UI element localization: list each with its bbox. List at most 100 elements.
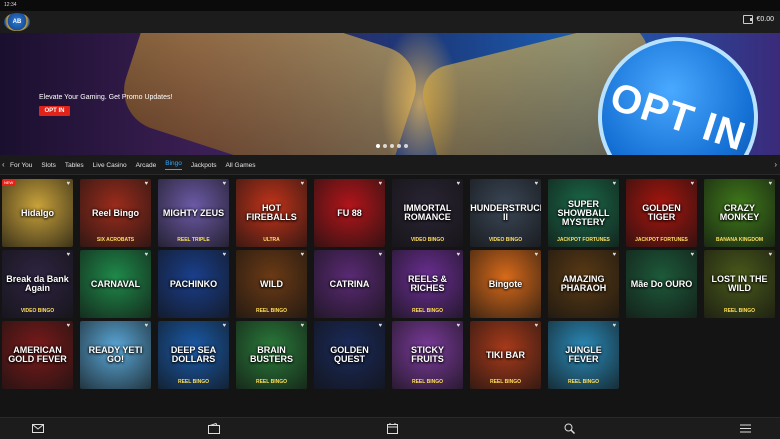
tab-live-casino[interactable]: Live Casino bbox=[93, 162, 127, 169]
wallet-icon[interactable] bbox=[208, 422, 220, 434]
game-subtitle: VIDEO BINGO bbox=[20, 308, 55, 314]
status-time: 12:34 bbox=[4, 2, 17, 8]
game-tile[interactable]: ♥ READY YETI GO! bbox=[80, 321, 151, 389]
favorite-heart-icon[interactable]: ♥ bbox=[378, 252, 382, 258]
favorite-heart-icon[interactable]: ♥ bbox=[456, 181, 460, 187]
game-tile[interactable]: ♥ FU 88 bbox=[314, 179, 385, 247]
banner-headline: Elevate Your Gaming. Get Promo Updates! bbox=[39, 94, 173, 101]
tab-slots[interactable]: Slots bbox=[41, 162, 55, 169]
favorite-heart-icon[interactable]: ♥ bbox=[612, 252, 616, 258]
promo-banner[interactable]: OPT IN Elevate Your Gaming. Get Promo Up… bbox=[0, 33, 780, 155]
favorite-heart-icon[interactable]: ♥ bbox=[66, 181, 70, 187]
tab-arcade[interactable]: Arcade bbox=[136, 162, 157, 169]
carousel-dot[interactable] bbox=[404, 144, 408, 148]
carousel-dot[interactable] bbox=[390, 144, 394, 148]
game-subtitle: REEL BINGO bbox=[723, 308, 756, 314]
game-tile[interactable]: ♥ HOT FIREBALLS ULTRA bbox=[236, 179, 307, 247]
game-tile[interactable]: ♥ PACHINKO bbox=[158, 250, 229, 318]
game-subtitle: REEL BINGO bbox=[255, 308, 288, 314]
game-title: CATRINA bbox=[329, 278, 370, 289]
new-badge: NEW bbox=[2, 179, 16, 186]
brand-logo[interactable]: AB bbox=[4, 13, 30, 31]
game-title: SUPER SHOWBALL MYSTERY bbox=[557, 198, 610, 227]
favorite-heart-icon[interactable]: ♥ bbox=[66, 252, 70, 258]
opt-in-art-text: OPT IN bbox=[604, 74, 752, 155]
favorite-heart-icon[interactable]: ♥ bbox=[534, 252, 538, 258]
game-tile[interactable]: ♥ Bingote bbox=[470, 250, 541, 318]
game-tile[interactable]: ♥ JUNGLE FEVER REEL BINGO bbox=[548, 321, 619, 389]
favorite-heart-icon[interactable]: ♥ bbox=[534, 323, 538, 329]
favorite-heart-icon[interactable]: ♥ bbox=[66, 323, 70, 329]
carousel-dot[interactable] bbox=[383, 144, 387, 148]
favorite-heart-icon[interactable]: ♥ bbox=[378, 181, 382, 187]
game-tile[interactable]: ♥ CRAZY MONKEY BANANA KINGDOM bbox=[704, 179, 775, 247]
wallet-balance[interactable]: €0.00 bbox=[743, 15, 774, 24]
tab-all-games[interactable]: All Games bbox=[226, 162, 256, 169]
game-title: CARNAVAL bbox=[90, 278, 141, 289]
game-subtitle: REEL BINGO bbox=[255, 379, 288, 385]
game-tile[interactable]: ♥ GOLDEN TIGER JACKPOT FORTUNES bbox=[626, 179, 697, 247]
mail-icon[interactable] bbox=[32, 422, 44, 434]
game-tile[interactable]: ♥ SUPER SHOWBALL MYSTERY JACKPOT FORTUNES bbox=[548, 179, 619, 247]
game-title: DEEP SEA DOLLARS bbox=[170, 345, 217, 364]
favorite-heart-icon[interactable]: ♥ bbox=[300, 252, 304, 258]
favorite-heart-icon[interactable]: ♥ bbox=[300, 323, 304, 329]
game-tile[interactable]: ♥ AMAZING PHARAOH bbox=[548, 250, 619, 318]
favorite-heart-icon[interactable]: ♥ bbox=[378, 323, 382, 329]
game-tile[interactable]: ♥ AMERICAN GOLD FEVER bbox=[2, 321, 73, 389]
favorite-heart-icon[interactable]: ♥ bbox=[144, 252, 148, 258]
favorite-heart-icon[interactable]: ♥ bbox=[222, 323, 226, 329]
search-icon[interactable] bbox=[563, 422, 575, 434]
favorite-heart-icon[interactable]: ♥ bbox=[768, 252, 772, 258]
game-tile[interactable]: ♥ THUNDERSTRUCK II VIDEO BINGO bbox=[470, 179, 541, 247]
carousel-dot[interactable] bbox=[397, 144, 401, 148]
game-subtitle: VIDEO BINGO bbox=[488, 237, 523, 243]
game-subtitle: SIX ACROBATS bbox=[96, 237, 135, 243]
game-tile[interactable]: ♥ Mãe Do OURO bbox=[626, 250, 697, 318]
game-title: JUNGLE FEVER bbox=[565, 345, 602, 364]
favorite-heart-icon[interactable]: ♥ bbox=[768, 181, 772, 187]
game-tile[interactable]: ♥ REELS & RICHES REEL BINGO bbox=[392, 250, 463, 318]
game-tile[interactable]: ♥ Reel Bingo SIX ACROBATS bbox=[80, 179, 151, 247]
tab-bingo[interactable]: Bingo bbox=[165, 160, 182, 170]
opt-in-button[interactable]: OPT IN bbox=[39, 106, 70, 116]
favorite-heart-icon[interactable]: ♥ bbox=[456, 252, 460, 258]
game-title: Hidalgo bbox=[21, 207, 54, 218]
game-tile[interactable]: ♥ Break da Bank Again VIDEO BINGO bbox=[2, 250, 73, 318]
tab-jackpots[interactable]: Jackpots bbox=[191, 162, 217, 169]
game-tile[interactable]: ♥ TIKI BAR REEL BINGO bbox=[470, 321, 541, 389]
game-tile[interactable]: ♥ WILD REEL BINGO bbox=[236, 250, 307, 318]
chevron-left-icon[interactable]: ‹ bbox=[2, 160, 5, 169]
favorite-heart-icon[interactable]: ♥ bbox=[534, 181, 538, 187]
favorite-heart-icon[interactable]: ♥ bbox=[612, 181, 616, 187]
favorite-heart-icon[interactable]: ♥ bbox=[222, 252, 226, 258]
favorite-heart-icon[interactable]: ♥ bbox=[612, 323, 616, 329]
menu-icon[interactable] bbox=[739, 422, 751, 434]
favorite-heart-icon[interactable]: ♥ bbox=[144, 323, 148, 329]
game-tile[interactable]: ♥ STICKY FRUITS REEL BINGO bbox=[392, 321, 463, 389]
favorite-heart-icon[interactable]: ♥ bbox=[222, 181, 226, 187]
game-tile[interactable]: ♥ MIGHTY ZEUS REEL TRIPLE bbox=[158, 179, 229, 247]
favorite-heart-icon[interactable]: ♥ bbox=[300, 181, 304, 187]
favorite-heart-icon[interactable]: ♥ bbox=[144, 181, 148, 187]
tab-tables[interactable]: Tables bbox=[65, 162, 84, 169]
game-tile[interactable]: ♥ LOST IN THE WILD REEL BINGO bbox=[704, 250, 775, 318]
game-tile[interactable]: ♥ IMMORTAL ROMANCE VIDEO BINGO bbox=[392, 179, 463, 247]
chevron-right-icon[interactable]: › bbox=[774, 160, 777, 169]
game-tile[interactable]: ♥ CARNAVAL bbox=[80, 250, 151, 318]
carousel-dot[interactable] bbox=[376, 144, 380, 148]
carousel-dots[interactable] bbox=[376, 144, 408, 148]
tab-for-you[interactable]: For You bbox=[10, 162, 32, 169]
game-title: GOLDEN QUEST bbox=[330, 345, 369, 364]
game-tile[interactable]: ♥ GOLDEN QUEST bbox=[314, 321, 385, 389]
game-title: TIKI BAR bbox=[486, 349, 525, 360]
favorite-heart-icon[interactable]: ♥ bbox=[456, 323, 460, 329]
game-tile[interactable]: ♥ CATRINA bbox=[314, 250, 385, 318]
game-title: PACHINKO bbox=[169, 278, 218, 289]
favorite-heart-icon[interactable]: ♥ bbox=[690, 252, 694, 258]
calendar-icon[interactable] bbox=[386, 422, 398, 434]
game-tile[interactable]: ♥ DEEP SEA DOLLARS REEL BINGO bbox=[158, 321, 229, 389]
game-tile[interactable]: ♥ BRAIN BUSTERS REEL BINGO bbox=[236, 321, 307, 389]
favorite-heart-icon[interactable]: ♥ bbox=[690, 181, 694, 187]
game-tile[interactable]: NEW ♥ Hidalgo bbox=[2, 179, 73, 247]
